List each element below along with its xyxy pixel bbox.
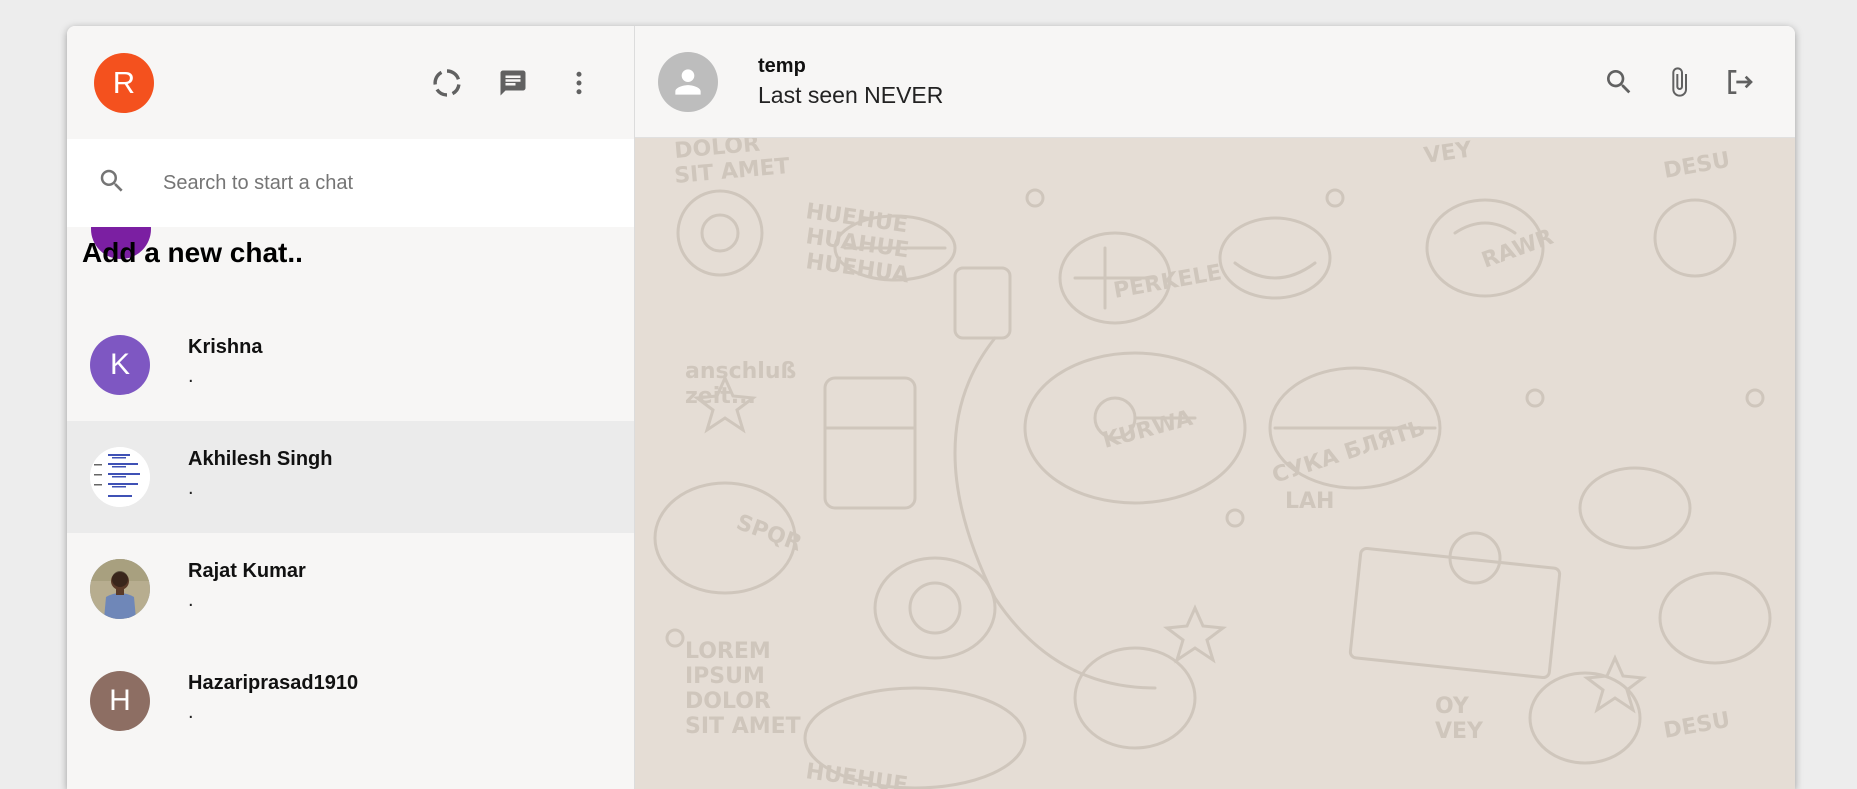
avatar <box>90 559 150 619</box>
search-input[interactable] <box>161 170 585 196</box>
chat-icon[interactable] <box>497 67 529 99</box>
chat-info: Rajat Kumar . <box>188 560 306 612</box>
avatar <box>90 447 150 507</box>
chat-name: Krishna <box>188 336 263 358</box>
add-new-chat-button[interactable]: Add a new chat.. <box>82 237 303 269</box>
wallpaper-word: VEY <box>1435 719 1484 744</box>
chat-list: K Krishna . Akhilesh Singh . Rajat Kumar… <box>67 309 634 757</box>
sidebar: R Search to start a chat Add a new chat.… <box>67 26 635 789</box>
chat-info: Akhilesh Singh . <box>188 448 332 500</box>
chat-info: Hazariprasad1910 . <box>188 672 358 724</box>
user-avatar-letter: R <box>112 64 136 100</box>
logout-icon[interactable] <box>1723 66 1755 98</box>
chat-name: Hazariprasad1910 <box>188 672 359 694</box>
chat-item-hazariprasad1910[interactable]: H Hazariprasad1910 . <box>67 645 634 757</box>
contact-avatar[interactable] <box>658 51 718 112</box>
avatar-letter: K <box>109 348 130 381</box>
chat-header-icons <box>1603 66 1755 98</box>
more-vertical-icon[interactable] <box>563 67 595 99</box>
wallpaper-word: VEY <box>1422 138 1474 169</box>
search-icon <box>97 166 127 201</box>
wallpaper-word: DOLOR <box>685 689 771 714</box>
avatar-photo <box>90 559 150 619</box>
chat-last-message: . <box>188 477 194 499</box>
person-icon <box>675 68 701 95</box>
wallpaper-word: OY <box>1435 694 1470 719</box>
wallpaper-word: SPQR <box>733 510 805 557</box>
avatar: K <box>90 335 150 395</box>
wallpaper-word: KURWA <box>1100 406 1195 454</box>
chat-name: Akhilesh Singh <box>188 448 333 470</box>
contact-name: temp <box>758 54 806 77</box>
chat-info: Krishna . <box>188 336 262 388</box>
user-avatar[interactable]: R <box>94 52 154 113</box>
chat-name: Rajat Kumar <box>188 560 306 582</box>
last-seen-status: Last seen NEVER <box>758 81 944 108</box>
wallpaper-word: RAWR <box>1479 225 1557 274</box>
avatar-image <box>90 447 150 507</box>
search-bar <box>67 139 634 227</box>
search-icon[interactable] <box>1603 66 1635 98</box>
chat-item-akhilesh-singh[interactable]: Akhilesh Singh . <box>67 421 634 533</box>
chat-last-message: . <box>188 701 194 723</box>
chat-last-message: . <box>188 365 194 387</box>
avatar: H <box>90 671 150 731</box>
chat-item-krishna[interactable]: K Krishna . <box>67 309 634 421</box>
contact-info: temp Last seen NEVER <box>758 55 943 109</box>
avatar-letter: H <box>109 684 131 717</box>
chat-panel: temp Last seen NEVER DOLOR SIT AMET HUEH… <box>635 26 1795 789</box>
wallpaper-word: LAH <box>1285 489 1334 514</box>
chat-header: temp Last seen NEVER <box>635 26 1795 138</box>
wallpaper-word: DESU <box>1662 148 1732 184</box>
wallpaper-word: zeit... <box>685 384 756 409</box>
add-new-chat-section: Add a new chat.. <box>67 227 634 309</box>
chat-last-message: . <box>188 589 194 611</box>
app-window: R Search to start a chat Add a new chat.… <box>67 26 1795 789</box>
wallpaper-word: HUEHUE <box>804 759 909 789</box>
chat-item-rajat-kumar[interactable]: Rajat Kumar . <box>67 533 634 645</box>
attach-icon[interactable] <box>1663 66 1695 98</box>
sidebar-header-icons <box>431 67 595 99</box>
wallpaper-word: SIT AMET <box>685 714 801 739</box>
doodle-pattern: DOLORSIT AMETHUEHUEHUAHUEHUEHUA PERKELERA… <box>653 138 1772 789</box>
wallpaper-word: anschluß <box>685 359 796 384</box>
status-icon[interactable] <box>431 67 463 99</box>
wallpaper-word: IPSUM <box>685 664 765 689</box>
wallpaper-word: DESU <box>1662 708 1732 744</box>
chat-wallpaper: DOLOR SIT AMET HUEHUE HUAHUE HUEHUA PERKELE RA… <box>635 138 1795 789</box>
sidebar-header: R <box>67 26 634 139</box>
wallpaper-word: LOREM <box>685 639 771 664</box>
